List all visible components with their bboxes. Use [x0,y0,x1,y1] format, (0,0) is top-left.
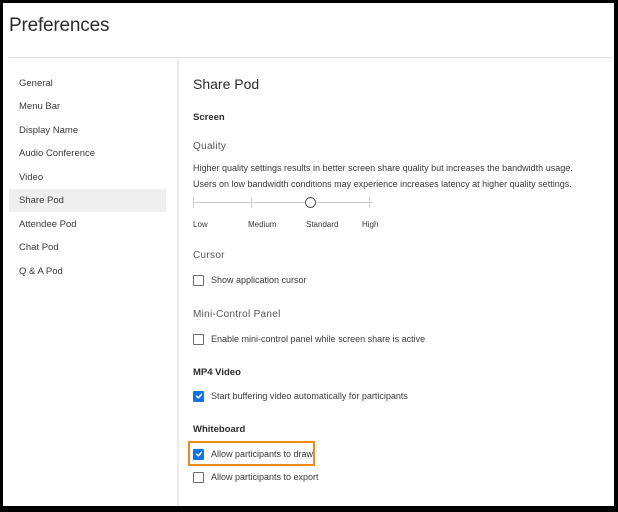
mini-control-option[interactable]: Enable mini-control panel while screen s… [193,332,425,346]
cursor-heading: Cursor [193,250,225,261]
settings-panel: Share Pod Screen Quality Higher quality … [179,58,614,506]
show-cursor-label: Show application cursor [211,275,307,285]
start-buffering-label: Start buffering video automatically for … [211,391,408,401]
quality-description-line1: Higher quality settings results in bette… [193,163,573,173]
sidebar-item-video[interactable]: Video [9,166,166,189]
mini-control-heading: Mini-Control Panel [193,309,281,320]
allow-draw-checkbox[interactable] [193,448,204,460]
checkmark-icon [195,393,202,399]
sidebar-nav: General Menu Bar Display Name Audio Conf… [3,58,177,506]
slider-thumb[interactable] [305,197,316,208]
sidebar-item-menu-bar[interactable]: Menu Bar [9,95,166,118]
sidebar-item-share-pod[interactable]: Share Pod [9,189,166,212]
checkmark-icon [195,451,202,457]
slider-label-high: High [362,220,379,229]
quality-slider[interactable] [193,196,373,210]
slider-track [193,202,373,203]
slider-tick-low [193,197,194,208]
sidebar-item-attendee-pod[interactable]: Attendee Pod [9,213,166,236]
allow-draw-label: Allow participants to draw [211,449,314,459]
slider-tick-medium [251,197,252,208]
mini-control-label: Enable mini-control panel while screen s… [211,334,426,344]
start-buffering-option[interactable]: Start buffering video automatically for … [193,389,408,403]
panel-title: Share Pod [193,76,260,92]
whiteboard-heading: Whiteboard [193,424,246,435]
quality-description-line2: Users on low bandwidth conditions may ex… [193,179,572,189]
quality-heading: Quality [193,141,227,152]
sidebar-item-chat-pod[interactable]: Chat Pod [9,236,166,259]
allow-draw-option[interactable]: Allow participants to draw [193,447,313,461]
sidebar-item-audio-conference[interactable]: Audio Conference [9,142,166,165]
show-cursor-option[interactable]: Show application cursor [193,273,307,287]
mini-control-checkbox[interactable] [193,333,204,345]
sidebar-item-display-name[interactable]: Display Name [9,119,166,142]
allow-export-option[interactable]: Allow participants to export [193,470,319,484]
sidebar-item-general[interactable]: General [9,72,166,95]
window-title: Preferences [9,15,110,36]
slider-label-standard: Standard [306,220,339,229]
allow-export-checkbox[interactable] [193,471,204,483]
slider-label-medium: Medium [248,220,277,229]
slider-tick-high [369,197,370,208]
slider-label-low: Low [193,220,208,229]
screen-heading: Screen [193,112,225,123]
allow-export-label: Allow participants to export [211,472,319,482]
quality-description: Higher quality settings results in bette… [193,160,593,192]
start-buffering-checkbox[interactable] [193,390,204,402]
sidebar-item-qa-pod[interactable]: Q & A Pod [9,260,166,283]
mp4-video-heading: MP4 Video [193,367,241,378]
show-cursor-checkbox[interactable] [193,274,204,286]
preferences-window: Preferences General Menu Bar Display Nam… [3,3,614,506]
